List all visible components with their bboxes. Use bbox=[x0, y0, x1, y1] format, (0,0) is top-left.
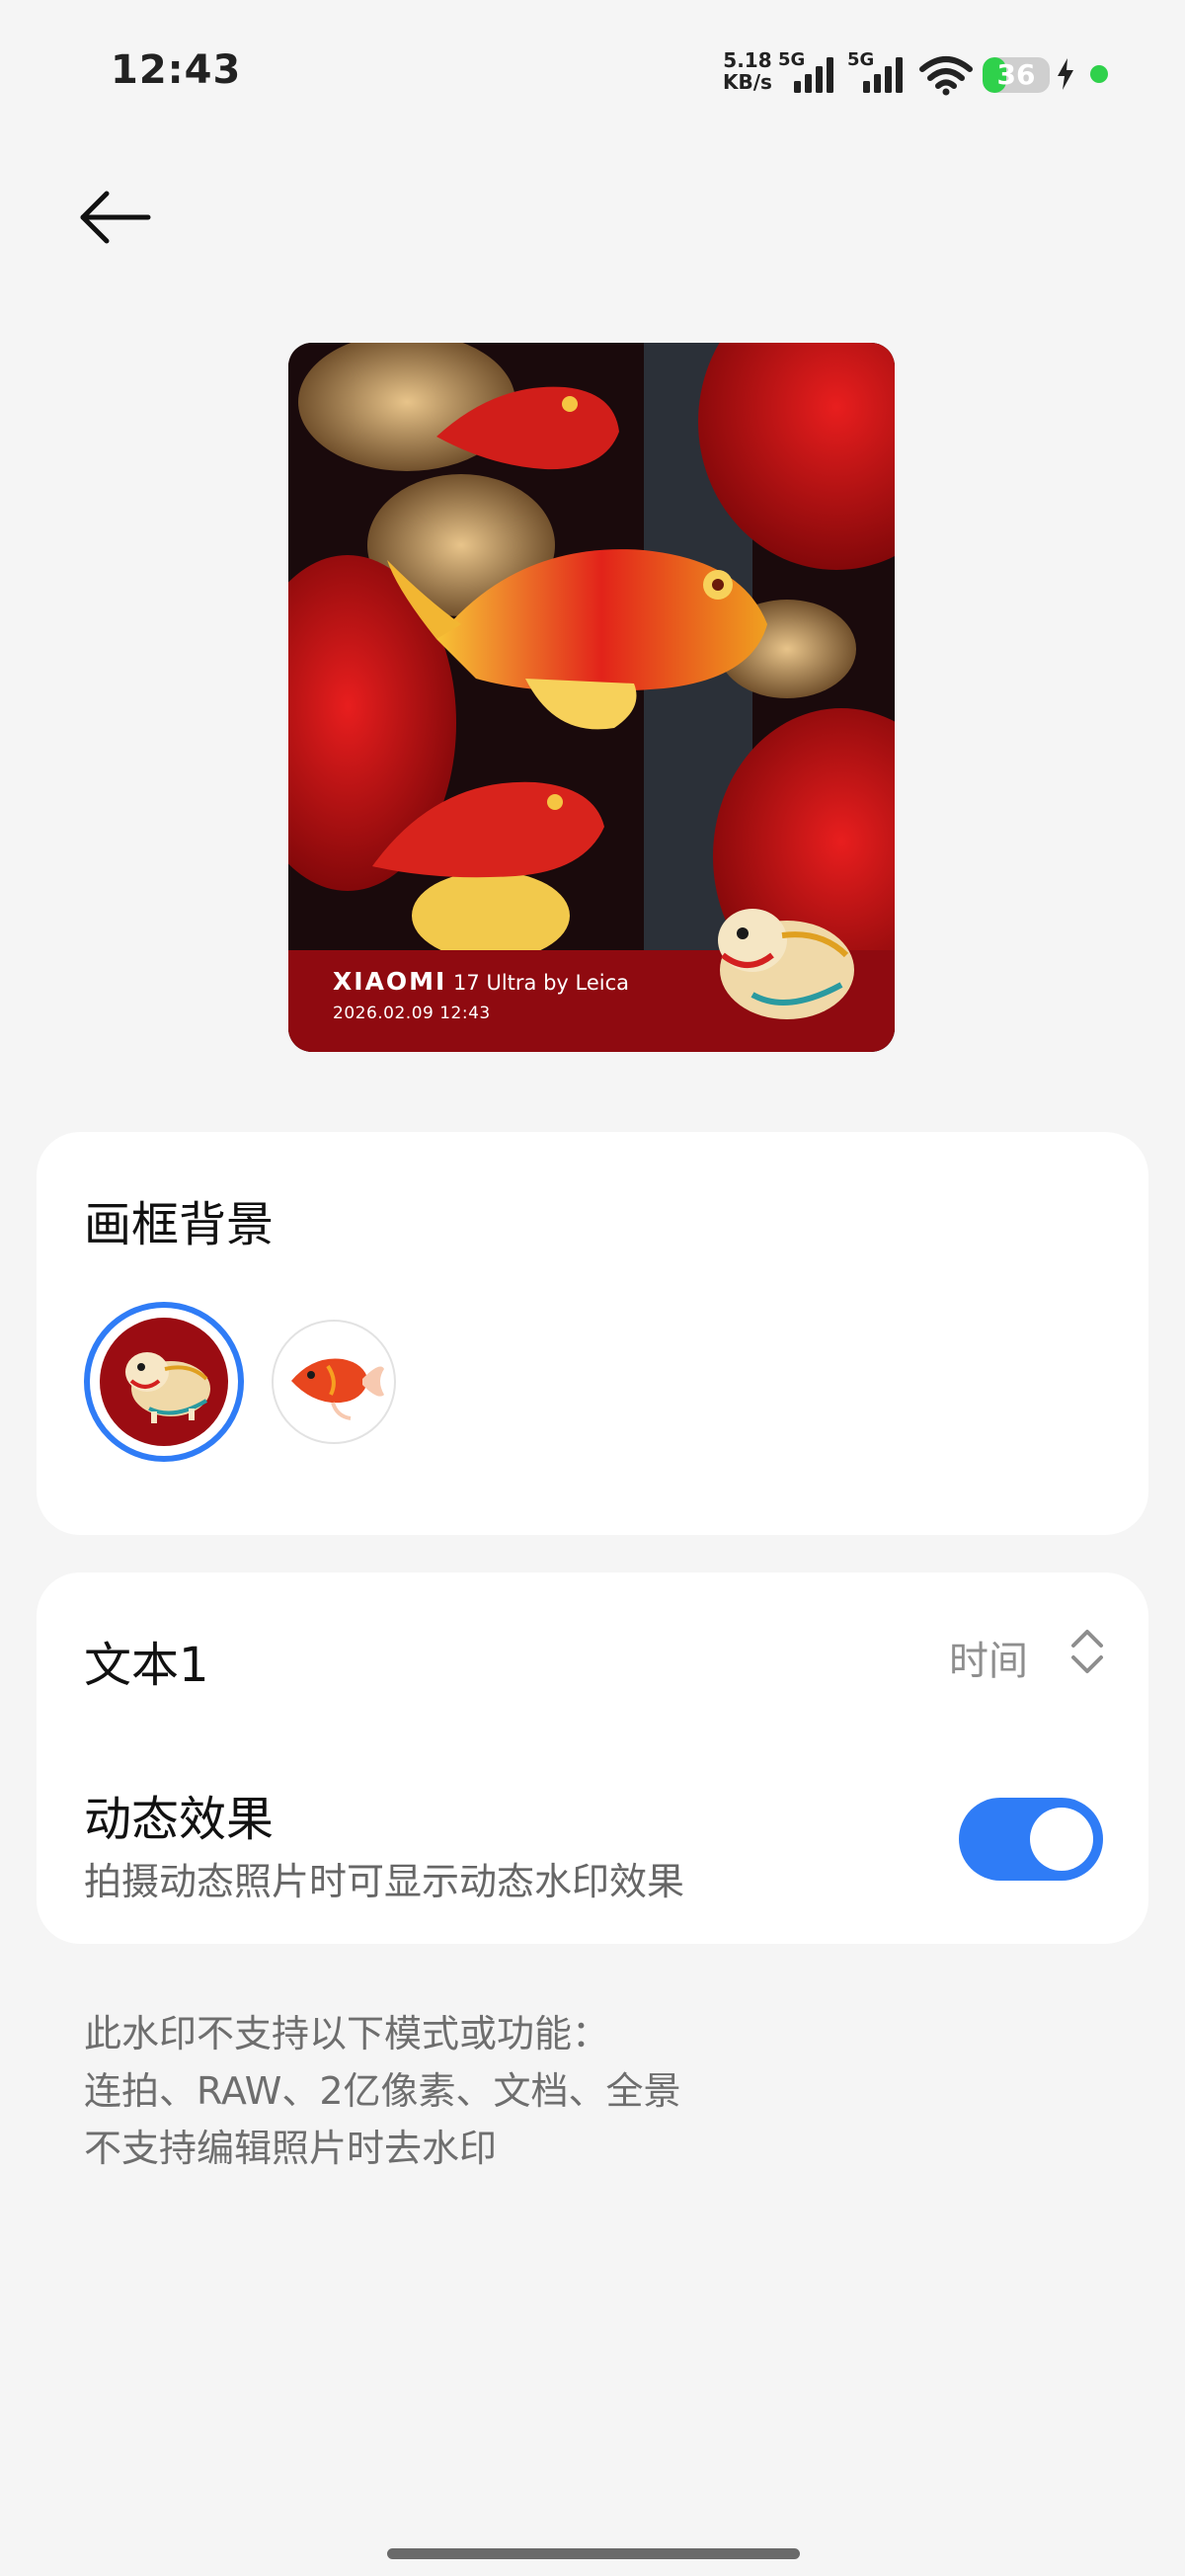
battery-indicator: 36 bbox=[983, 57, 1050, 93]
text1-label: 文本1 bbox=[84, 1638, 209, 1693]
privacy-indicator-dot bbox=[1090, 65, 1108, 83]
battery-level: 36 bbox=[996, 58, 1036, 91]
status-time: 12:43 bbox=[111, 47, 242, 93]
network-speed-value: 5.18 bbox=[723, 48, 772, 72]
text1-value: 时间 bbox=[949, 1639, 1028, 1684]
preview-photo bbox=[288, 343, 895, 1052]
watermark-brand: XIAOMI bbox=[333, 967, 447, 996]
watermark-model: 17 Ultra bbox=[453, 971, 537, 995]
network-speed-unit: KB/s bbox=[723, 70, 772, 94]
text1-row[interactable]: 文本1 时间 bbox=[37, 1572, 1148, 1738]
frame-option-lion[interactable] bbox=[84, 1302, 244, 1462]
sim1-signal-icon bbox=[794, 57, 833, 93]
arrow-left-icon bbox=[80, 191, 151, 244]
dynamic-effect-label: 动态效果 bbox=[84, 1792, 275, 1847]
frame-background-title: 画框背景 bbox=[84, 1197, 275, 1252]
lion-dance-icon bbox=[125, 1352, 210, 1423]
watermark-brand-line: XIAOMI 17 Ultra by Leica bbox=[333, 967, 629, 996]
watermark-datetime: 2026.02.09 12:43 bbox=[333, 1004, 491, 1023]
chevron-up-down-icon bbox=[1071, 1630, 1103, 1673]
back-button[interactable] bbox=[77, 188, 166, 257]
home-indicator[interactable] bbox=[387, 2548, 800, 2559]
toggle-knob bbox=[1030, 1808, 1093, 1871]
notes-line-2: 连拍、RAW、2亿像素、文档、全景 bbox=[84, 2069, 681, 2113]
unsupported-notes: 此水印不支持以下模式或功能： 连拍、RAW、2亿像素、文档、全景 不支持编辑照片… bbox=[84, 2005, 681, 2177]
goldfish-icon bbox=[291, 1358, 384, 1420]
dynamic-effect-description: 拍摄动态照片时可显示动态水印效果 bbox=[84, 1860, 685, 1903]
wifi-icon bbox=[919, 56, 973, 96]
dynamic-effect-toggle[interactable] bbox=[959, 1798, 1103, 1881]
watermark-preview: XIAOMI 17 Ultra by Leica 2026.02.09 12:4… bbox=[288, 343, 895, 1052]
notes-line-1: 此水印不支持以下模式或功能： bbox=[84, 2012, 610, 2055]
status-bar: 12:43 5.18 KB/s 5G 5G 36 bbox=[0, 0, 1185, 148]
frame-option-goldfish[interactable] bbox=[272, 1320, 396, 1444]
charging-icon bbox=[1058, 58, 1073, 90]
sim2-signal-icon bbox=[863, 57, 903, 93]
network-speed: 5.18 KB/s bbox=[723, 49, 772, 93]
frame-background-card: 画框背景 bbox=[37, 1132, 1148, 1535]
notes-line-3: 不支持编辑照片时去水印 bbox=[84, 2127, 498, 2170]
watermark-settings-card: 文本1 时间 动态效果 拍摄动态照片时可显示动态水印效果 bbox=[37, 1572, 1148, 1944]
watermark-by: by Leica bbox=[543, 971, 630, 995]
